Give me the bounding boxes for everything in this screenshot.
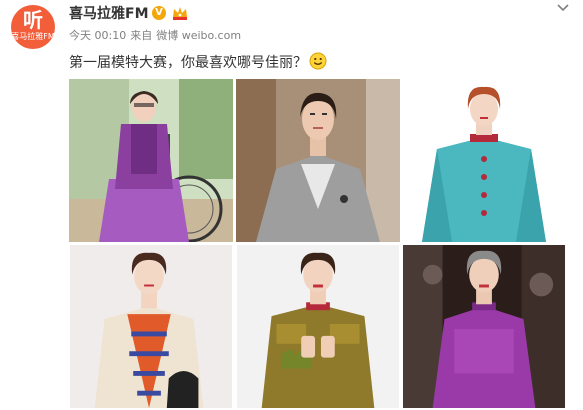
verified-v-icon: V: [152, 6, 166, 20]
post-source[interactable]: 微博 weibo.com: [156, 29, 241, 42]
post-source-prefix: 来自: [130, 29, 153, 42]
photo-2[interactable]: [236, 79, 400, 242]
crown-icon: [173, 7, 187, 20]
chevron-down-icon[interactable]: [556, 3, 570, 13]
post-text-content: 第一届模特大赛，你最喜欢哪号佳丽？: [69, 55, 307, 71]
account-avatar[interactable]: 听 喜马拉雅FM: [11, 5, 55, 49]
avatar-glyph: 听: [23, 8, 43, 32]
photo-3[interactable]: [402, 79, 566, 242]
photo-1[interactable]: [69, 79, 233, 242]
avatar-brand-text: 喜马拉雅FM: [11, 32, 55, 41]
smiley-icon: [309, 52, 327, 70]
post-time[interactable]: 今天 00:10: [69, 29, 126, 42]
post-meta: 今天 00:10 来自 微博 weibo.com: [69, 28, 245, 44]
photo-6[interactable]: [402, 245, 566, 408]
photo-4[interactable]: [69, 245, 233, 408]
photo-grid: [69, 79, 566, 410]
post-text: 第一届模特大赛，你最喜欢哪号佳丽？: [69, 52, 327, 73]
photo-5[interactable]: [236, 245, 400, 408]
account-username[interactable]: 喜马拉雅FM: [69, 4, 149, 24]
